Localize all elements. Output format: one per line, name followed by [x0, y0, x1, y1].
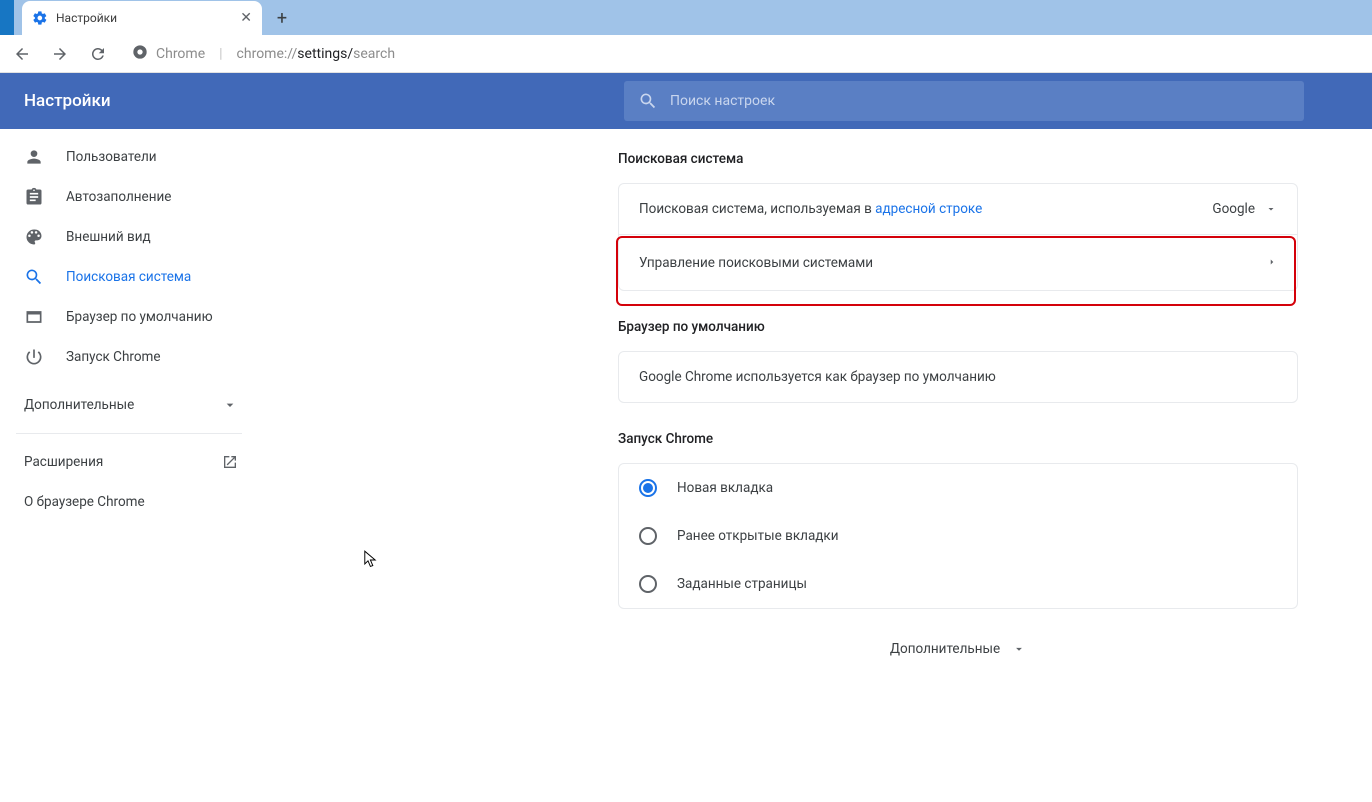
tab-title: Настройки	[56, 11, 232, 25]
url-path: chrome://settings/search	[237, 46, 395, 62]
browser-tab[interactable]: Настройки ✕	[22, 1, 262, 35]
chevron-down-icon	[1265, 203, 1277, 215]
url-separator: |	[219, 46, 222, 62]
default-browser-row: Google Chrome используется как браузер п…	[619, 352, 1297, 402]
address-bar[interactable]: Chrome | chrome://settings/search	[122, 40, 405, 68]
page-title: Настройки	[24, 91, 624, 111]
startup-option-new-tab[interactable]: Новая вкладка	[619, 464, 1297, 512]
sidebar-item-search-engine[interactable]: Поисковая система	[0, 257, 258, 297]
settings-search[interactable]	[624, 81, 1304, 121]
sidebar-about-chrome[interactable]: О браузере Chrome	[0, 482, 258, 522]
new-tab-button[interactable]: +	[268, 4, 296, 32]
startup-option-specific-pages[interactable]: Заданные страницы	[619, 560, 1297, 608]
radio-label: Заданные страницы	[677, 576, 807, 592]
sidebar-item-label: Автозаполнение	[66, 189, 171, 205]
omnibox-link[interactable]: адресной строке	[875, 201, 982, 217]
settings-header: Настройки	[0, 73, 1372, 129]
close-icon[interactable]: ✕	[240, 10, 252, 26]
gear-icon	[32, 10, 48, 26]
startup-option-continue[interactable]: Ранее открытые вкладки	[619, 512, 1297, 560]
section-title-on-startup: Запуск Chrome	[618, 431, 1298, 447]
advanced-label: Дополнительные	[890, 641, 1000, 657]
radio-icon[interactable]	[639, 527, 657, 545]
extensions-label: Расширения	[24, 454, 103, 470]
section-title-search-engine: Поисковая система	[618, 151, 1298, 167]
clipboard-icon	[24, 187, 44, 207]
content-area: Поисковая система Поисковая система, исп…	[258, 129, 1372, 802]
reload-button[interactable]	[84, 40, 112, 68]
search-icon	[24, 267, 44, 287]
open-in-new-icon	[222, 454, 238, 470]
search-icon	[638, 91, 658, 111]
about-label: О браузере Chrome	[24, 494, 145, 510]
row-label: Управление поисковыми системами	[639, 255, 873, 271]
sidebar-item-label: Внешний вид	[66, 229, 151, 245]
search-engine-select[interactable]: Google	[1212, 201, 1277, 217]
radio-icon[interactable]	[639, 479, 657, 497]
default-browser-card: Google Chrome используется как браузер п…	[618, 351, 1298, 403]
site-info-icon[interactable]	[132, 44, 148, 64]
content-advanced-toggle[interactable]: Дополнительные	[618, 641, 1298, 657]
url-host: Chrome	[156, 46, 205, 62]
search-engine-in-omnibox-row[interactable]: Поисковая система, используемая в адресн…	[619, 184, 1297, 234]
manage-search-engines-row[interactable]: Управление поисковыми системами	[619, 234, 1297, 290]
sidebar-item-label: Поисковая система	[66, 269, 191, 285]
on-startup-card: Новая вкладка Ранее открытые вкладки Зад…	[618, 463, 1298, 609]
sidebar-item-default-browser[interactable]: Браузер по умолчанию	[0, 297, 258, 337]
palette-icon	[24, 227, 44, 247]
sidebar-advanced-toggle[interactable]: Дополнительные	[0, 385, 258, 425]
advanced-label: Дополнительные	[24, 397, 134, 413]
select-value: Google	[1212, 201, 1255, 217]
chevron-down-icon	[222, 397, 238, 413]
window-edge	[0, 0, 14, 35]
radio-label: Новая вкладка	[677, 480, 773, 496]
browser-toolbar: Chrome | chrome://settings/search	[0, 35, 1372, 73]
sidebar-item-label: Браузер по умолчанию	[66, 309, 213, 325]
radio-icon[interactable]	[639, 575, 657, 593]
person-icon	[24, 147, 44, 167]
chevron-right-icon	[1267, 255, 1277, 271]
forward-button[interactable]	[46, 40, 74, 68]
sidebar-item-appearance[interactable]: Внешний вид	[0, 217, 258, 257]
search-engine-card: Поисковая система, используемая в адресн…	[618, 183, 1298, 291]
sidebar-extensions[interactable]: Расширения	[0, 442, 258, 482]
sidebar-item-label: Пользователи	[66, 149, 157, 165]
row-text: Google Chrome используется как браузер п…	[639, 369, 996, 385]
sidebar-item-users[interactable]: Пользователи	[0, 137, 258, 177]
sidebar: Пользователи Автозаполнение Внешний вид …	[0, 129, 258, 802]
chevron-down-icon	[1012, 642, 1026, 656]
divider	[16, 433, 242, 434]
section-title-default-browser: Браузер по умолчанию	[618, 319, 1298, 335]
sidebar-item-label: Запуск Chrome	[66, 349, 161, 365]
back-button[interactable]	[8, 40, 36, 68]
sidebar-item-autofill[interactable]: Автозаполнение	[0, 177, 258, 217]
window-icon	[24, 307, 44, 327]
search-input[interactable]	[670, 93, 1290, 109]
tab-strip: Настройки ✕ +	[0, 0, 1372, 35]
radio-label: Ранее открытые вкладки	[677, 528, 839, 544]
row-label: Поисковая система, используемая в адресн…	[639, 201, 982, 217]
sidebar-item-on-startup[interactable]: Запуск Chrome	[0, 337, 258, 377]
power-icon	[24, 347, 44, 367]
